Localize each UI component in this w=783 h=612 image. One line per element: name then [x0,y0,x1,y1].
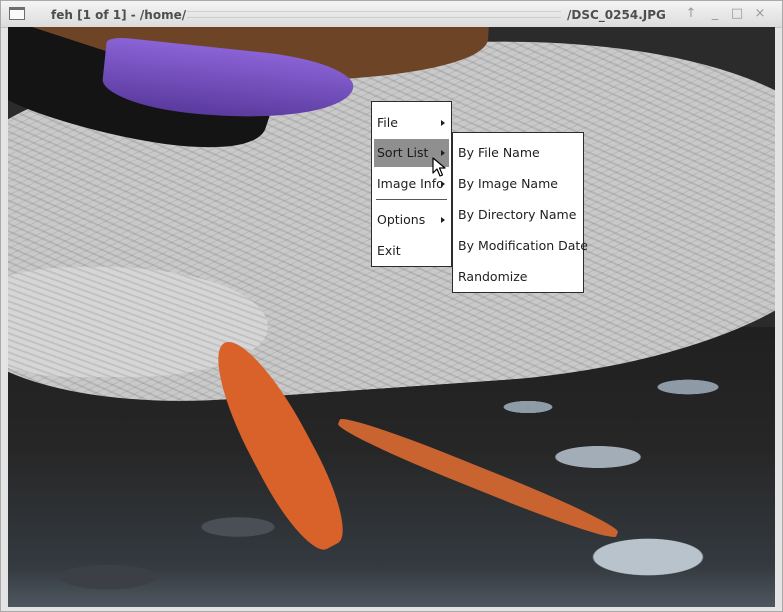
submenu-item-by-modification-date[interactable]: By Modification Date [455,232,588,260]
feh-window: feh [1 of 1] - /home/ /DSC_0254.JPG ↑ _ … [0,0,783,612]
menu-item-options[interactable]: Options [374,206,449,234]
submenu-item-by-image-name[interactable]: By Image Name [455,170,583,198]
shade-up-icon[interactable]: ↑ [683,6,699,22]
triangle-right-icon [441,217,445,223]
title-bar-grip [187,11,561,18]
context-menu: File Sort List Image Info Options Exit [371,101,452,267]
menu-item-exit[interactable]: Exit [374,237,449,265]
sort-list-submenu: By File Name By Image Name By Directory … [452,132,588,293]
submenu-item-by-directory-name[interactable]: By Directory Name [455,201,583,229]
menu-item-label: Randomize [458,269,528,284]
triangle-right-icon [441,150,445,156]
maximize-icon[interactable]: □ [729,6,745,22]
menu-item-label: Exit [377,243,401,258]
menu-item-label: By Directory Name [458,207,577,222]
mouse-pointer-icon [432,157,446,177]
minimize-icon[interactable]: _ [707,6,723,22]
window-title: feh [1 of 1] - /home/ [51,8,187,22]
title-bar[interactable]: feh [1 of 1] - /home/ /DSC_0254.JPG ↑ _ … [1,1,782,28]
menu-item-label: Image Info [377,176,444,191]
submenu-item-by-file-name[interactable]: By File Name [455,139,583,167]
menu-item-label: Sort List [377,145,429,160]
menu-item-label: By Modification Date [458,238,588,253]
close-icon[interactable]: × [752,6,768,22]
menu-item-file[interactable]: File [374,109,449,137]
window-menu-icon[interactable] [9,7,25,20]
menu-item-label: By Image Name [458,176,558,191]
triangle-right-icon [441,181,445,187]
submenu-item-randomize[interactable]: Randomize [455,263,583,291]
menu-separator [376,199,447,200]
menu-item-label: By File Name [458,145,540,160]
triangle-right-icon [441,120,445,126]
window-title-filename: /DSC_0254.JPG [567,8,666,22]
menu-item-label: Options [377,212,426,227]
menu-item-label: File [377,115,398,130]
